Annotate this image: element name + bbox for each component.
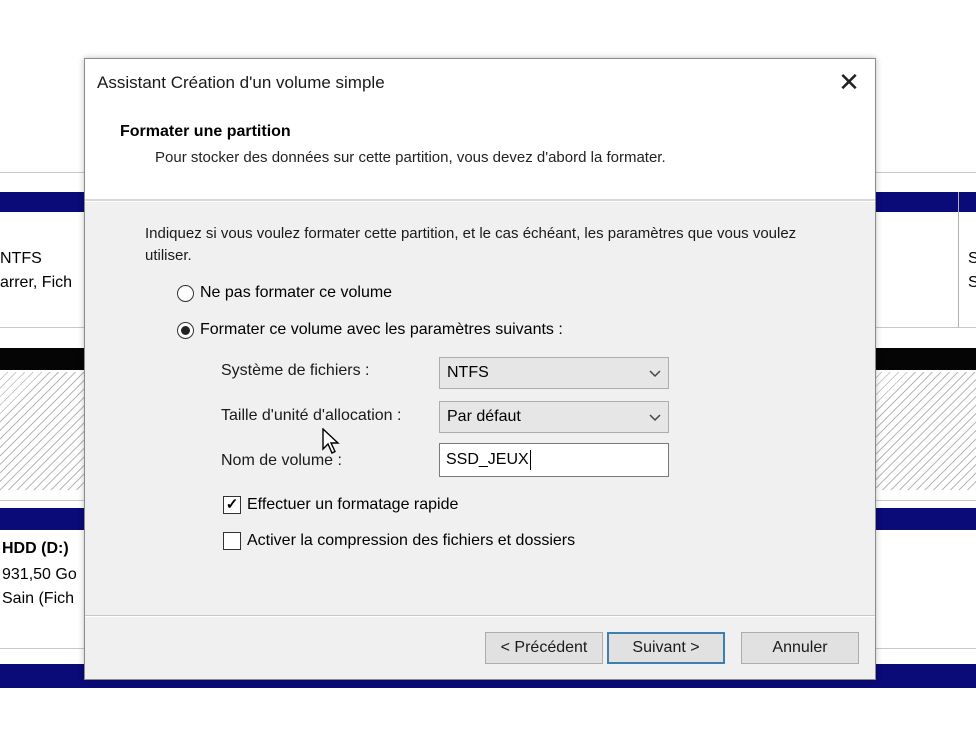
filesystem-label: Système de fichiers : bbox=[221, 362, 370, 379]
text-caret bbox=[529, 450, 531, 470]
filesystem-select[interactable]: NTFS bbox=[439, 357, 669, 389]
bg-column-divider bbox=[958, 192, 959, 327]
chevron-down-icon bbox=[642, 365, 668, 381]
chevron-down-icon bbox=[642, 409, 668, 425]
cancel-button[interactable]: Annuler bbox=[741, 632, 859, 664]
right-partition-text-2: S bbox=[968, 274, 976, 291]
header-separator bbox=[85, 199, 875, 202]
format-option[interactable]: Formater ce volume avec les paramètres s… bbox=[177, 321, 563, 339]
disk-status: Sain (Fich bbox=[2, 590, 75, 607]
allocation-label: Taille d'unité d'allocation : bbox=[221, 407, 402, 424]
disk-name: HDD (D:) bbox=[2, 540, 69, 557]
dialog-titlebar[interactable]: Assistant Création d'un volume simple ✕ bbox=[85, 59, 875, 111]
next-button[interactable]: Suivant > bbox=[607, 632, 725, 664]
partition-filesystem: NTFS bbox=[0, 250, 42, 267]
compression-option[interactable]: Activer la compression des fichiers et d… bbox=[223, 532, 575, 550]
no-format-option[interactable]: Ne pas formater ce volume bbox=[177, 284, 392, 302]
right-partition-text-1: S bbox=[968, 250, 976, 267]
footer-separator bbox=[85, 615, 875, 617]
allocation-size-select[interactable]: Par défaut bbox=[439, 401, 669, 433]
dialog-title: Assistant Création d'un volume simple bbox=[97, 73, 385, 92]
allocation-value: Par défaut bbox=[447, 408, 521, 425]
mouse-pointer-icon bbox=[322, 428, 340, 454]
no-format-radio[interactable] bbox=[177, 284, 194, 302]
quick-format-checkbox[interactable]: ✓ bbox=[223, 496, 241, 514]
no-format-label: Ne pas formater ce volume bbox=[200, 284, 393, 301]
compression-checkbox[interactable] bbox=[223, 532, 241, 550]
page-subtitle: Pour stocker des données sur cette parti… bbox=[155, 149, 666, 166]
compression-label: Activer la compression des fichiers et d… bbox=[247, 532, 576, 549]
partition-status: arrer, Fich bbox=[0, 274, 73, 291]
close-icon: ✕ bbox=[838, 67, 860, 97]
quick-format-option[interactable]: ✓ Effectuer un formatage rapide bbox=[223, 496, 458, 514]
instructions-text: Indiquez si vous voulez formater cette p… bbox=[145, 225, 797, 264]
back-button[interactable]: < Précédent bbox=[485, 632, 603, 664]
wizard-header: Formater une partition Pour stocker des … bbox=[85, 111, 875, 199]
close-button[interactable]: ✕ bbox=[831, 67, 867, 99]
volume-name-input[interactable]: SSD_JEUX bbox=[439, 443, 669, 477]
checkmark-icon: ✓ bbox=[225, 496, 239, 513]
volume-name-value: SSD_JEUX bbox=[446, 451, 529, 468]
new-simple-volume-wizard: Assistant Création d'un volume simple ✕ … bbox=[84, 58, 876, 680]
disk-size: 931,50 Go bbox=[2, 566, 77, 583]
page-title: Formater une partition bbox=[120, 123, 291, 140]
filesystem-value: NTFS bbox=[447, 364, 489, 381]
format-label: Formater ce volume avec les paramètres s… bbox=[200, 321, 563, 338]
quick-format-label: Effectuer un formatage rapide bbox=[247, 496, 459, 513]
format-radio[interactable] bbox=[177, 321, 194, 339]
